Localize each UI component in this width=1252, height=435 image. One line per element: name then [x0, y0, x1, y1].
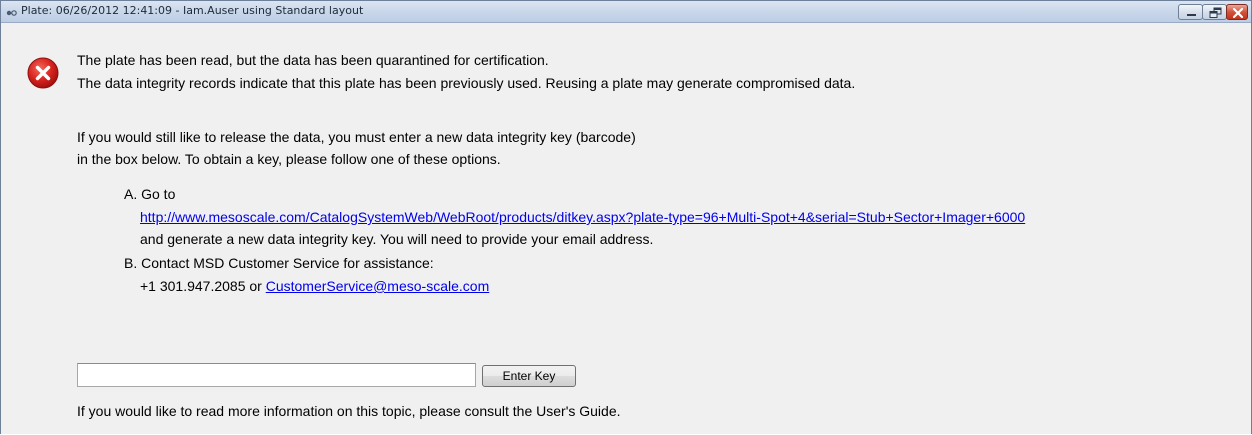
restore-icon	[1209, 7, 1222, 18]
footer-text: If you would like to read more informati…	[77, 403, 621, 419]
minimize-button[interactable]	[1178, 4, 1203, 20]
customer-service-email-link[interactable]: CustomerService@meso-scale.com	[266, 278, 490, 294]
option-a-text: and generate a new data integrity key. Y…	[140, 231, 654, 247]
close-button[interactable]	[1226, 4, 1248, 20]
ditkey-url-link[interactable]: http://www.mesoscale.com/CatalogSystemWe…	[140, 209, 1025, 225]
minimize-icon	[1187, 14, 1196, 16]
close-icon	[1232, 7, 1244, 19]
message-line-1: The plate has been read, but the data ha…	[77, 52, 549, 68]
maximize-button[interactable]	[1202, 4, 1227, 20]
instructions-line-1: If you would still like to release the d…	[77, 129, 636, 145]
instructions-line-2: in the box below. To obtain a key, pleas…	[77, 151, 501, 167]
integrity-key-input[interactable]	[77, 363, 476, 387]
message-line-2: The data integrity records indicate that…	[77, 75, 856, 91]
window-title: Plate: 06/26/2012 12:41:09 - Iam.Auser u…	[21, 4, 364, 17]
option-b-label: B. Contact MSD Customer Service for assi…	[124, 255, 434, 271]
dialog-content: The plate has been read, but the data ha…	[1, 23, 1251, 435]
title-bar[interactable]: Plate: 06/26/2012 12:41:09 - Iam.Auser u…	[1, 1, 1251, 23]
phone-number-text: +1 301.947.2085 or	[140, 278, 266, 294]
plate-window: Plate: 06/26/2012 12:41:09 - Iam.Auser u…	[0, 0, 1252, 434]
app-icon	[6, 6, 18, 18]
error-icon	[27, 57, 59, 89]
enter-key-button[interactable]: Enter Key	[482, 365, 576, 387]
option-a-label: A. Go to	[124, 186, 176, 202]
option-b-contact: +1 301.947.2085 or CustomerService@meso-…	[140, 278, 489, 294]
option-a-url-container: http://www.mesoscale.com/CatalogSystemWe…	[140, 209, 1025, 225]
